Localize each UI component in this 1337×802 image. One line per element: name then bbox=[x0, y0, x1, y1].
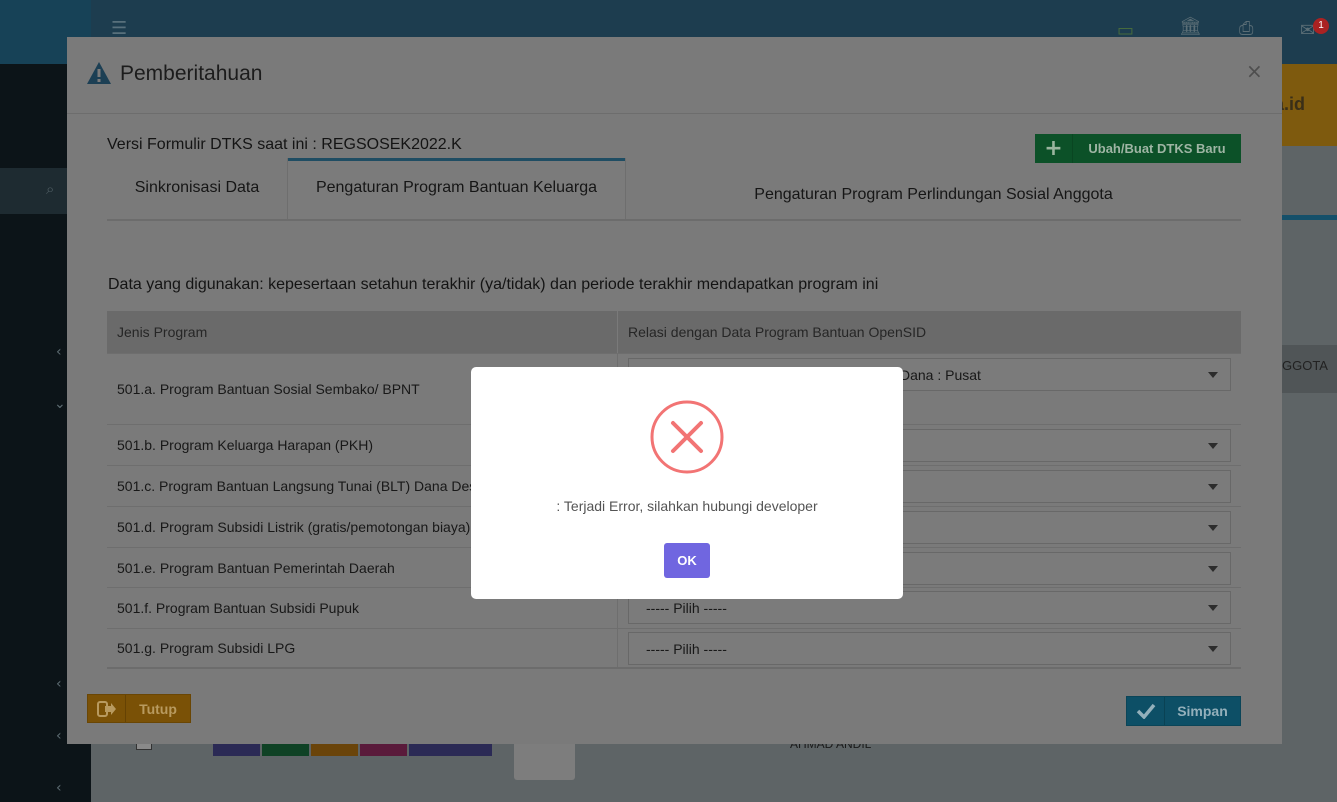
error-x-icon bbox=[650, 400, 724, 474]
bottom-row-name: AHMAD ANDIL bbox=[790, 744, 872, 751]
brand-banner: a.id bbox=[1274, 64, 1337, 146]
tab-label: Pengaturan Program Perlindungan Sosial A… bbox=[754, 185, 1113, 203]
search-icon: ⌕ bbox=[46, 180, 55, 198]
tab-label: Sinkronisasi Data bbox=[134, 178, 260, 196]
data-heading: Data yang digunakan: kepesertaan setahun… bbox=[108, 276, 879, 293]
warning-icon bbox=[87, 62, 111, 84]
check-icon bbox=[1127, 697, 1165, 725]
table-header-partial: GGOTA bbox=[1282, 345, 1337, 393]
tab-program-bantuan-keluarga[interactable]: Pengaturan Program Bantuan Keluarga bbox=[288, 158, 625, 219]
caret-down-icon bbox=[1208, 372, 1218, 378]
ubah-dtks-label: Ubah/Buat DTKS Baru bbox=[1088, 141, 1226, 156]
caret-down-icon bbox=[1208, 605, 1218, 611]
tab-bar: Sinkronisasi Data Pengaturan Program Ban… bbox=[107, 158, 1241, 221]
caret-down-icon bbox=[1208, 646, 1218, 652]
caret-down-icon bbox=[1208, 443, 1218, 449]
program-name: 501.g. Program Subsidi LPG bbox=[107, 629, 618, 667]
select-value: Dana : Pusat bbox=[900, 366, 981, 383]
chevron-left-icon[interactable]: ‹ bbox=[56, 728, 62, 744]
tab-label: Pengaturan Program Bantuan Keluarga bbox=[315, 179, 598, 196]
action-button[interactable] bbox=[409, 744, 492, 756]
ok-button[interactable]: OK bbox=[664, 543, 710, 578]
tutup-label: Tutup bbox=[139, 700, 177, 717]
tab-sinkronisasi-data[interactable]: Sinkronisasi Data bbox=[107, 158, 288, 219]
modal-title: Pemberitahuan bbox=[120, 62, 263, 85]
action-button[interactable] bbox=[360, 744, 407, 756]
right-partial-text: GGOTA bbox=[1282, 358, 1328, 373]
chevron-left-icon[interactable]: ‹ bbox=[56, 344, 62, 360]
caret-down-icon bbox=[1208, 484, 1218, 490]
modal-header: Pemberitahuan × bbox=[67, 37, 1282, 114]
table-header: Jenis Program Relasi dengan Data Program… bbox=[107, 311, 1241, 353]
simpan-button[interactable]: Simpan bbox=[1126, 696, 1241, 726]
printer-icon[interactable]: ⎙ bbox=[1239, 18, 1253, 39]
versi-formulir-label: Versi Formulir DTKS saat ini : REGSOSEK2… bbox=[107, 136, 462, 153]
caret-down-icon bbox=[1208, 525, 1218, 531]
tab-perlindungan-sosial-anggota[interactable]: Pengaturan Program Perlindungan Sosial A… bbox=[625, 158, 1241, 219]
notification-badge: 1 bbox=[1313, 18, 1329, 34]
select-value: ----- Pilih ----- bbox=[646, 640, 727, 657]
relasi-select[interactable]: ----- Pilih ----- bbox=[628, 632, 1231, 665]
chevron-down-icon[interactable]: ⌄ bbox=[54, 396, 66, 412]
simpan-label: Simpan bbox=[1177, 703, 1228, 719]
table-row: 501.g. Program Subsidi LPG ----- Pilih -… bbox=[107, 628, 1241, 669]
close-icon[interactable]: × bbox=[1246, 59, 1263, 83]
sign-out-icon bbox=[88, 695, 126, 722]
error-alert-dialog: : Terjadi Error, silahkan hubungi develo… bbox=[471, 367, 903, 599]
tutup-button[interactable]: Tutup bbox=[87, 694, 191, 723]
chevron-left-icon[interactable]: ‹ bbox=[56, 780, 62, 796]
action-button[interactable] bbox=[262, 744, 309, 756]
header-relasi: Relasi dengan Data Program Bantuan OpenS… bbox=[628, 324, 927, 340]
alert-message: : Terjadi Error, silahkan hubungi develo… bbox=[556, 498, 818, 514]
action-button[interactable] bbox=[213, 744, 260, 756]
row-action-buttons bbox=[213, 744, 492, 756]
chevron-left-icon[interactable]: ‹ bbox=[56, 676, 62, 692]
bank-icon[interactable]: 🏛 bbox=[1179, 16, 1202, 37]
header-jenis-program: Jenis Program bbox=[107, 311, 618, 353]
select-value: ----- Pilih ----- bbox=[646, 599, 727, 616]
photo-thumbnail bbox=[514, 744, 575, 780]
caret-down-icon bbox=[1208, 566, 1218, 572]
hamburger-menu-icon[interactable]: ☰ bbox=[111, 18, 127, 39]
tab-underline bbox=[1282, 215, 1337, 220]
action-button[interactable] bbox=[311, 744, 358, 756]
